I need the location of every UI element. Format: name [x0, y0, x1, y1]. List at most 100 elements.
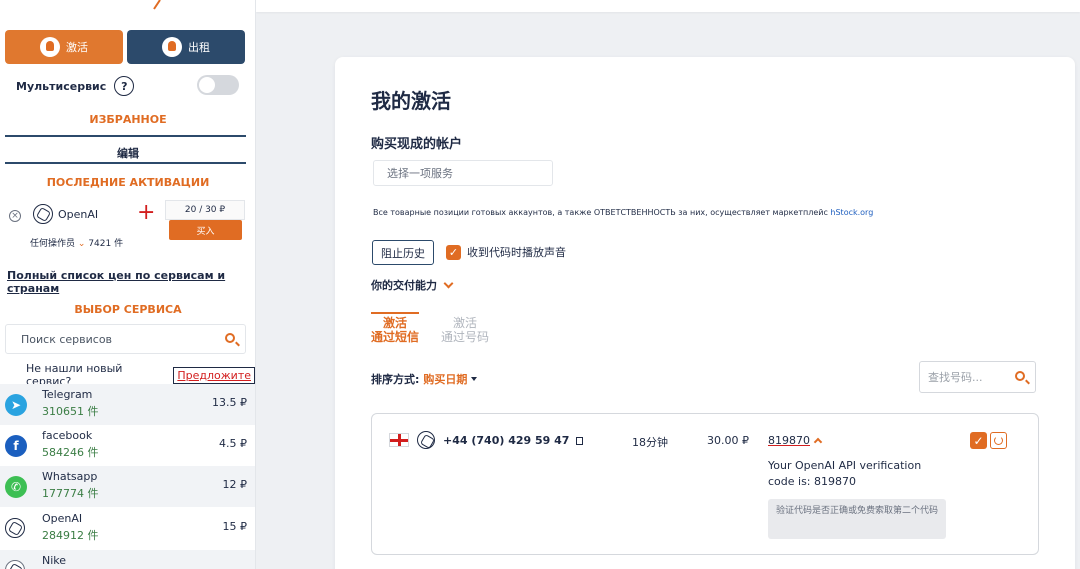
add-favorite-icon[interactable]: +	[137, 202, 155, 224]
order-time: 18分钟	[632, 436, 668, 449]
top-bar	[256, 0, 1080, 12]
activations-card: 我的激活 购买现成的帐户 选择一项服务 Все товарные позиции…	[335, 57, 1075, 569]
order-phone-number: +44 (740) 429 59 47	[443, 434, 584, 447]
service-price: 12 ₽	[222, 478, 248, 491]
sort-value: 购买日期	[423, 373, 468, 386]
recent-activations-title: ПОСЛЕДНИЕ АКТИВАЦИИ	[46, 176, 210, 189]
operator-label: 任何操作员	[30, 239, 76, 249]
service-select[interactable]: 选择一项服务	[373, 160, 553, 186]
service-name: Whatsapp	[42, 470, 98, 483]
remove-icon[interactable]: ×	[9, 210, 21, 222]
phone-search-placeholder: 查找号码...	[928, 371, 983, 384]
multiservice-toggle[interactable]	[197, 75, 239, 95]
service-price: 13.5 ₽	[212, 396, 247, 409]
rent-mode-label: 出租	[188, 41, 210, 54]
chevron-down-icon	[443, 278, 454, 288]
logo-mark	[153, 0, 161, 10]
fox-avatar-icon	[162, 37, 182, 57]
tab-line: 通过号码	[441, 330, 490, 344]
edit-favorites-button[interactable]: 编辑	[0, 145, 256, 161]
favorites-title: ИЗБРАННОЕ	[89, 113, 167, 126]
facebook-icon: f	[5, 435, 27, 457]
multiservice-label: Мультисервис	[16, 79, 107, 93]
chevron-down-icon: ⌄	[77, 239, 86, 249]
search-icon[interactable]	[1015, 371, 1025, 381]
copy-icon[interactable]	[576, 437, 584, 445]
openai-icon	[33, 204, 53, 224]
uk-flag-icon	[389, 433, 409, 447]
full-price-list-link[interactable]: Полный список цен по сервисам и странам	[7, 269, 255, 295]
service-row-telegram[interactable]: ➤ Telegram 310651 件 13.5 ₽	[0, 384, 255, 425]
service-select-placeholder: 选择一项服务	[387, 167, 453, 180]
delivery-label: 你的交付能力	[371, 279, 437, 292]
tab-line: 通过短信	[371, 330, 420, 344]
code-toggle[interactable]: 819870	[768, 434, 823, 447]
notice-text: Все товарные позиции готовых аккаунтов, …	[373, 208, 828, 217]
service-price: 4.5 ₽	[219, 437, 247, 450]
service-row-facebook[interactable]: f facebook 584246 件 4.5 ₽	[0, 425, 255, 466]
recent-count: 7421 件	[88, 239, 124, 249]
telegram-icon: ➤	[5, 394, 27, 416]
suggest-link[interactable]: Предложите	[173, 366, 255, 384]
service-count: 584246 件	[42, 446, 99, 459]
sms-message: Your OpenAI API verification code is: 81…	[768, 459, 922, 488]
refresh-icon[interactable]	[990, 432, 1007, 449]
service-row-nike[interactable]: Nike	[0, 550, 255, 569]
service-search-input[interactable]: Поиск сервисов	[5, 324, 246, 354]
activation-order: +44 (740) 429 59 47 18分钟 30.00 ₽ 819870 …	[371, 413, 1039, 555]
check-icon: ✓	[446, 244, 461, 260]
marketplace-notice: Все товарные позиции готовых аккаунтов, …	[373, 208, 873, 217]
divider	[5, 135, 246, 137]
delivery-toggle[interactable]: 你的交付能力	[371, 277, 454, 293]
recent-service-name: OpenAI	[58, 208, 99, 221]
openai-icon	[5, 518, 25, 538]
openai-icon	[417, 431, 435, 449]
buy-account-title: 购买现成的帐户	[371, 137, 463, 152]
fox-avatar-icon	[40, 37, 60, 57]
choose-service-title: ВЫБОР СЕРВИСА	[74, 303, 182, 316]
service-name: facebook	[42, 429, 93, 442]
service-name: Nike	[42, 554, 67, 567]
sidebar: 激活 出租 Мультисервис ? ИЗБРАННОЕ 编辑 ПОСЛЕД…	[0, 0, 256, 569]
search-placeholder: Поиск сервисов	[21, 332, 113, 346]
recent-activation-card: × OpenAI + 20 / 30 ₽ 买入 任何操作员 ⌄ 7421 件	[5, 200, 247, 256]
service-count: 284912 件	[42, 529, 99, 542]
service-name: OpenAI	[42, 512, 83, 525]
phone-number: +44 (740) 429 59 47	[443, 434, 570, 447]
phone-search-input[interactable]: 查找号码...	[919, 361, 1036, 393]
activate-mode-button[interactable]: 激活	[5, 30, 123, 64]
divider	[5, 162, 246, 164]
rent-mode-button[interactable]: 出租	[127, 30, 245, 64]
whatsapp-icon: ✆	[5, 476, 27, 498]
sound-label: 收到代码时播放声音	[467, 246, 566, 259]
tab-line: 激活	[383, 316, 408, 330]
service-row-openai[interactable]: OpenAI 284912 件 15 ₽	[0, 508, 255, 549]
hstock-link[interactable]: hStock.org	[830, 208, 873, 217]
service-price: 15 ₽	[222, 520, 248, 533]
help-icon[interactable]: ?	[114, 76, 135, 96]
chevron-up-icon	[813, 437, 823, 447]
nike-icon	[5, 560, 25, 569]
operator-select[interactable]: 任何操作员 ⌄ 7421 件	[30, 236, 123, 249]
page-title: 我的激活	[371, 89, 451, 113]
activate-mode-label: 激活	[66, 41, 88, 54]
service-name: Telegram	[42, 388, 93, 401]
sort-label: 排序方式:	[371, 373, 420, 386]
service-count: 177774 件	[42, 487, 99, 500]
search-icon[interactable]	[225, 333, 235, 343]
block-history-button[interactable]: 阻止历史	[372, 240, 434, 265]
verification-code: 819870	[768, 434, 810, 447]
confirm-check-button[interactable]: ✓	[970, 432, 987, 449]
tab-number-activation[interactable]: 激活 通过号码	[441, 312, 489, 344]
recent-price: 20 / 30 ₽	[165, 200, 245, 220]
sound-checkbox[interactable]: ✓ 收到代码时播放声音	[446, 244, 566, 260]
caret-down-icon	[471, 377, 478, 381]
service-count: 310651 件	[42, 405, 99, 418]
code-hint-button[interactable]: 验证代码是否正确或免费索取第二个代码	[768, 499, 946, 539]
buy-button[interactable]: 买入	[169, 220, 242, 240]
service-row-whatsapp[interactable]: ✆ Whatsapp 177774 件 12 ₽	[0, 466, 255, 507]
multiservice-row: Мультисервис ?	[16, 74, 241, 98]
tab-line: 激活	[453, 316, 478, 330]
tab-sms-activation[interactable]: 激活 通过短信	[371, 312, 420, 344]
sort-control[interactable]: 排序方式: 购买日期	[371, 371, 478, 387]
